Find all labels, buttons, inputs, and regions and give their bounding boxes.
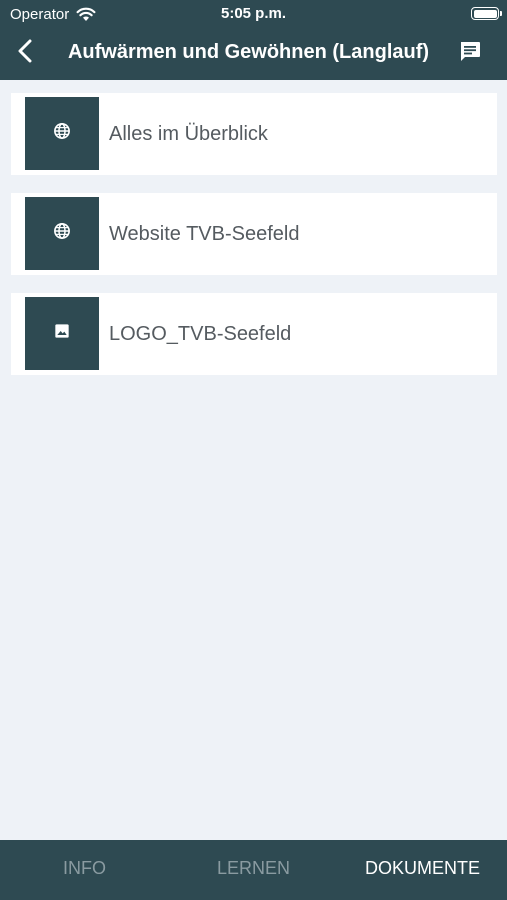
tab-dokumente[interactable]: DOKUMENTE — [338, 840, 507, 900]
status-bar: Operator 5:05 p.m. — [0, 0, 507, 28]
battery-icon — [471, 7, 502, 20]
document-item-website-tvb-seefeld[interactable]: Website TVB-Seefeld — [11, 193, 497, 275]
back-button[interactable] — [10, 38, 40, 68]
app-header: Operator 5:05 p.m. Aufwärmen und Gewöhne… — [0, 0, 507, 80]
document-label: Website TVB-Seefeld — [109, 223, 300, 245]
document-thumbnail — [25, 97, 99, 170]
tab-lernen[interactable]: LERNEN — [169, 840, 338, 900]
document-thumbnail — [25, 197, 99, 270]
globe-icon — [53, 222, 71, 245]
status-time: 5:05 p.m. — [220, 5, 287, 22]
document-item-alles-im-ueberblick[interactable]: Alles im Überblick — [11, 93, 497, 175]
document-label: Alles im Überblick — [109, 123, 268, 145]
tab-bar: INFO LERNEN DOKUMENTE — [0, 840, 507, 900]
document-thumbnail — [25, 297, 99, 370]
tab-info[interactable]: INFO — [0, 840, 169, 900]
document-item-logo-tvb-seefeld[interactable]: LOGO_TVB-Seefeld — [11, 293, 497, 375]
chat-button[interactable] — [456, 40, 484, 68]
document-label: LOGO_TVB-Seefeld — [109, 323, 292, 345]
globe-icon — [53, 122, 71, 145]
image-icon — [54, 323, 70, 344]
page-title: Aufwärmen und Gewöhnen (Langlauf) — [67, 41, 430, 63]
chevron-left-icon — [17, 39, 33, 68]
documents-list: Alles im Überblick Website TVB-Seefeld L… — [11, 93, 497, 393]
navigation-bar: Aufwärmen und Gewöhnen (Langlauf) — [0, 28, 507, 80]
chat-icon — [458, 40, 482, 69]
